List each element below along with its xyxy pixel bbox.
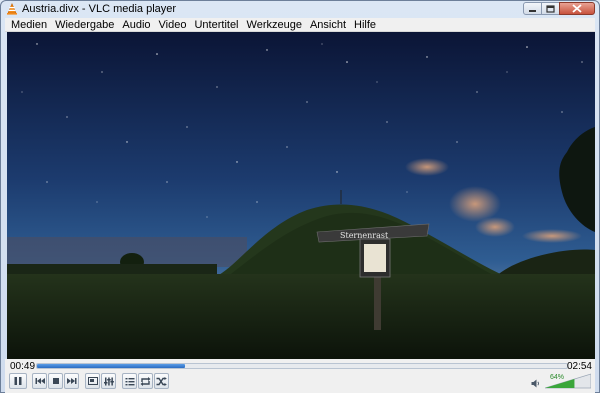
- seek-progress: [37, 364, 186, 368]
- total-time: 02:54: [566, 361, 592, 372]
- previous-icon: [35, 378, 45, 384]
- window-title: Austria.divx - VLC media player: [22, 3, 177, 15]
- stop-icon: [52, 378, 59, 384]
- shuffle-button[interactable]: [154, 373, 169, 389]
- loop-button[interactable]: [138, 373, 153, 389]
- playlist-button[interactable]: [122, 373, 137, 389]
- close-button[interactable]: [559, 2, 595, 15]
- fullscreen-button[interactable]: [85, 373, 100, 389]
- pause-icon: [14, 377, 22, 385]
- elapsed-time: 00:49: [10, 361, 36, 372]
- next-button[interactable]: [64, 373, 79, 389]
- stop-button[interactable]: [48, 373, 63, 389]
- menu-medien[interactable]: Medien: [7, 18, 51, 32]
- maximize-icon: [546, 4, 555, 13]
- menu-audio[interactable]: Audio: [118, 18, 154, 32]
- minimize-icon: [529, 10, 536, 12]
- equalizer-icon: [103, 377, 114, 385]
- seek-bar[interactable]: [36, 363, 568, 369]
- mute-button[interactable]: [531, 379, 540, 391]
- minimize-button[interactable]: [523, 2, 542, 15]
- volume-slider[interactable]: [545, 373, 591, 389]
- close-icon: [572, 4, 582, 13]
- speaker-icon: [531, 379, 539, 388]
- menu-ansicht[interactable]: Ansicht: [306, 18, 350, 32]
- menu-video[interactable]: Video: [155, 18, 191, 32]
- menu-untertitel[interactable]: Untertitel: [190, 18, 242, 32]
- menu-werkzeuge[interactable]: Werkzeuge: [243, 18, 306, 32]
- title-bar[interactable]: Austria.divx - VLC media player: [1, 1, 599, 17]
- shuffle-icon: [156, 376, 167, 386]
- maximize-button[interactable]: [541, 2, 560, 15]
- extended-settings-button[interactable]: [101, 373, 116, 389]
- pause-button[interactable]: [9, 373, 27, 389]
- video-area[interactable]: Sternenrast: [7, 32, 595, 359]
- vlc-window: Austria.divx - VLC media player Medien W…: [0, 0, 600, 393]
- window-buttons: [523, 2, 595, 16]
- previous-button[interactable]: [32, 373, 47, 389]
- menu-hilfe[interactable]: Hilfe: [350, 18, 380, 32]
- video-frame: Sternenrast: [7, 32, 595, 359]
- control-bar: 00:49 02:54 64%: [5, 359, 595, 393]
- vlc-cone-icon: [6, 2, 18, 15]
- fullscreen-icon: [87, 377, 98, 385]
- menu-wiedergabe[interactable]: Wiedergabe: [51, 18, 118, 32]
- next-icon: [66, 378, 76, 384]
- loop-icon: [140, 376, 151, 386]
- menu-bar: Medien Wiedergabe Audio Video Untertitel…: [5, 18, 595, 32]
- playlist-icon: [125, 377, 134, 385]
